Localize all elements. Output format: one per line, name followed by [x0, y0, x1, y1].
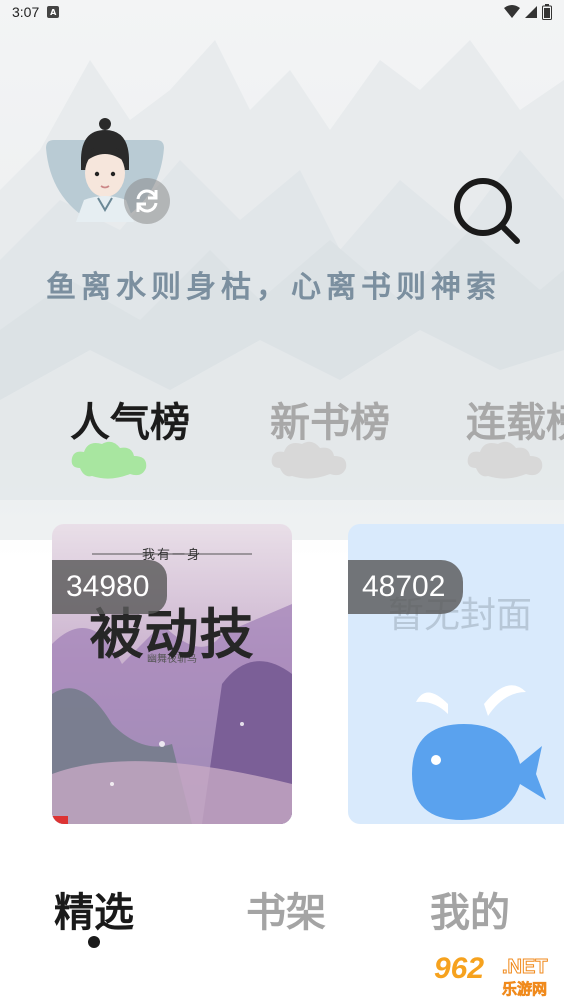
tab-popular[interactable]: 人气榜 [70, 390, 220, 490]
nav-featured[interactable]: 精选 [54, 880, 134, 938]
book-list: 我有一身 被动技 幽舞夜斩鸟 34980 暂无封面 48702 [0, 524, 564, 824]
refresh-icon [136, 189, 158, 213]
signal-icon [525, 6, 537, 18]
tab-popular-label: 人气榜 [70, 400, 190, 446]
search-button[interactable] [450, 176, 522, 248]
status-bar: 3:07 A [0, 0, 564, 24]
tab-new-books[interactable]: 新书榜 [270, 390, 420, 490]
status-right [504, 4, 552, 20]
tab-serial-label: 连载榜 [466, 400, 564, 446]
active-indicator-dot [88, 936, 100, 948]
status-left: 3:07 A [12, 4, 60, 20]
watermark-net-text: .NET [502, 956, 549, 979]
notification-icon: A [47, 6, 60, 18]
bottom-navigation: 精选 书架 我的 [0, 860, 564, 960]
site-watermark-logo: 962 .NET 乐游网 [424, 952, 560, 1000]
search-icon [454, 178, 520, 244]
tab-serial[interactable]: 连载榜 [466, 390, 564, 490]
refresh-avatar-button[interactable] [124, 178, 170, 224]
nav-bookshelf[interactable]: 书架 [246, 880, 326, 938]
reader-count-badge: 48702 [348, 560, 464, 614]
watermark-logo-text: 962 [434, 952, 485, 985]
tab-new-books-label: 新书榜 [270, 400, 390, 446]
reader-count-badge: 34980 [52, 560, 168, 614]
whale-placeholder-icon [412, 685, 546, 820]
status-time: 3:07 [12, 4, 40, 20]
book-card[interactable]: 暂无封面 48702 [348, 524, 564, 824]
battery-icon [542, 4, 552, 20]
ranking-tabs: 人气榜 新书榜 连载榜 [0, 390, 564, 490]
book-card[interactable]: 我有一身 被动技 幽舞夜斩鸟 34980 [52, 524, 292, 824]
watermark-subtitle: 乐游网 [502, 980, 548, 999]
slogan-text: 鱼离水则身枯，心离书则神索 [46, 270, 501, 305]
nav-profile[interactable]: 我的 [430, 880, 510, 938]
wifi-icon [504, 5, 520, 18]
